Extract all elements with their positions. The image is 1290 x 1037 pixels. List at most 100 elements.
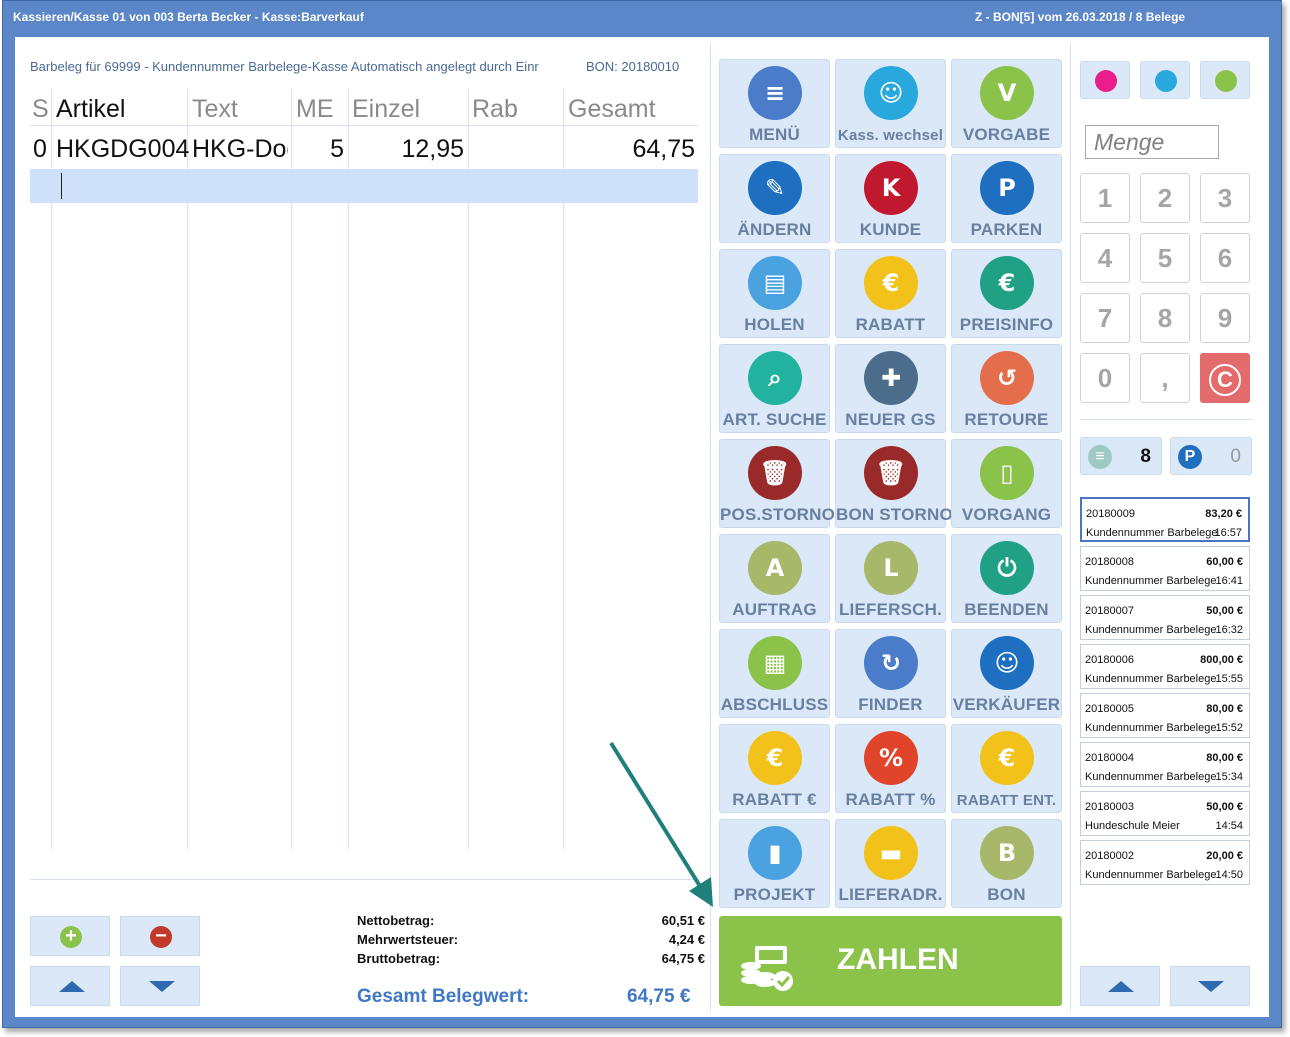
receipt-item[interactable]: 20180008 60,00 € Kundennummer Barbelege 16:… (1080, 546, 1250, 591)
pos-window: Kassieren/Kasse 01 von 003 Berta Becker … (2, 0, 1282, 1028)
pencil-icon: ✎ (748, 161, 802, 215)
function-button-19[interactable]: ↻ FINDER (835, 629, 946, 718)
list-down-button[interactable] (1170, 966, 1250, 1006)
function-label: PARKEN (970, 220, 1043, 239)
key-1[interactable]: 2 (1140, 173, 1190, 223)
receipt-item[interactable]: 20180009 83,20 € Kundennummer Barbelege 16:… (1080, 497, 1250, 542)
function-button-10[interactable]: ✚ NEUER GS (835, 344, 946, 433)
key-label: 1 (1097, 183, 1113, 213)
col-header-me[interactable]: ME (296, 95, 334, 124)
discount-remove-icon: € (980, 731, 1034, 785)
parked-counter[interactable]: P 0 (1170, 437, 1252, 475)
col-header-s[interactable]: S (32, 95, 49, 124)
cell-gesamt[interactable]: 64,75 (566, 135, 695, 164)
receipt-item[interactable]: 20180005 80,00 € Kundennummer Barbelege 15:… (1080, 693, 1250, 738)
quick-cash-button[interactable] (1200, 61, 1250, 99)
receipt-counter[interactable]: ≡ 8 (1080, 437, 1162, 475)
receipt-item[interactable]: 20180007 50,00 € Kundennummer Barbelege 16:… (1080, 595, 1250, 640)
key-10[interactable]: , (1140, 353, 1190, 403)
new-entry-row[interactable] (30, 169, 698, 203)
cash-register-icon: ▦ (748, 636, 802, 690)
receipt-item[interactable]: 20180004 80,00 € Kundennummer Barbelege 15:… (1080, 742, 1250, 787)
arrow-down-icon (149, 981, 175, 992)
function-button-18[interactable]: ▦ ABSCHLUSS (719, 629, 830, 718)
key-9[interactable]: 0 (1080, 353, 1130, 403)
row-up-button[interactable] (30, 966, 110, 1006)
function-button-9[interactable]: ⌕ ART. SUCHE (719, 344, 830, 433)
menge-input[interactable]: Menge (1085, 125, 1219, 159)
function-button-5[interactable]: P PARKEN (951, 154, 1062, 243)
receipt-amount: 80,00 € (1206, 703, 1243, 715)
key-3[interactable]: 4 (1080, 233, 1130, 283)
function-button-25[interactable]: ▬ LIEFERADR. (835, 819, 946, 908)
key-8[interactable]: 9 (1200, 293, 1250, 343)
function-button-15[interactable]: A AUFTRAG (719, 534, 830, 623)
add-row-button[interactable]: + (30, 916, 110, 956)
receipt-customer: Kundennummer Barbelege (1085, 575, 1217, 587)
receipt-item[interactable]: 20180002 20,00 € Kundennummer Barbelege 14:… (1080, 840, 1250, 885)
key-5[interactable]: 6 (1200, 233, 1250, 283)
col-header-gesamt[interactable]: Gesamt (568, 95, 656, 124)
receipt-customer: Kundennummer Barbelege (1085, 673, 1217, 685)
key-label: 2 (1157, 183, 1173, 213)
key-4[interactable]: 5 (1140, 233, 1190, 283)
cash-pay-icon (741, 946, 793, 991)
quick-voucher-button[interactable] (1080, 61, 1130, 99)
function-label: LIEFERSCH. (838, 600, 943, 619)
key-6[interactable]: 7 (1080, 293, 1130, 343)
function-button-1[interactable]: ☺ Kass. wechsel (835, 59, 946, 148)
cell-artikel[interactable]: HKGDG004 (56, 135, 189, 164)
function-button-3[interactable]: ✎ ÄNDERN (719, 154, 830, 243)
quick-bag-button[interactable] (1140, 61, 1190, 99)
pay-button[interactable]: ZAHLEN (719, 916, 1062, 1006)
cell-einzel[interactable]: 12,95 (350, 135, 464, 164)
function-button-4[interactable]: K KUNDE (835, 154, 946, 243)
function-button-26[interactable]: B BON (951, 819, 1062, 908)
clear-key[interactable]: C (1200, 353, 1250, 403)
col-header-artikel[interactable]: Artikel (56, 95, 125, 124)
function-button-20[interactable]: ☺ VERKÄUFER (951, 629, 1062, 718)
receipt-customer: Kundennummer Barbelege (1085, 869, 1217, 881)
receipt-customer: Kundennummer Barbelege (1085, 624, 1217, 636)
receipt-item[interactable]: 20180006 800,00 € Kundennummer Barbelege 15… (1080, 644, 1250, 689)
receipt-amount: 800,00 € (1200, 654, 1243, 666)
gesamt-label: Gesamt Belegwert: (357, 986, 530, 1007)
function-button-8[interactable]: € PREISINFO (951, 249, 1062, 338)
function-button-11[interactable]: ↺ RETOURE (951, 344, 1062, 433)
receipt-time: 15:52 (1215, 722, 1243, 734)
function-button-23[interactable]: € RABATT ENT. (951, 724, 1062, 813)
function-button-14[interactable]: ▯ VORGANG (951, 439, 1062, 528)
function-button-2[interactable]: V VORGABE (951, 59, 1062, 148)
function-label: RABATT % (845, 790, 936, 809)
key-2[interactable]: 3 (1200, 173, 1250, 223)
function-button-6[interactable]: ▤ HOLEN (719, 249, 830, 338)
function-button-21[interactable]: € RABATT € (719, 724, 830, 813)
key-7[interactable]: 8 (1140, 293, 1190, 343)
remove-row-button[interactable]: − (120, 916, 200, 956)
function-label: MENÜ (749, 125, 800, 144)
function-label: RETOURE (964, 410, 1049, 429)
list-up-button[interactable] (1080, 966, 1160, 1006)
col-header-einzel[interactable]: Einzel (352, 95, 420, 124)
receipt-description: Barbeleg für 69999 - Kundennummer Barbel… (30, 59, 539, 74)
function-button-0[interactable]: ≡ MENÜ (719, 59, 830, 148)
function-button-16[interactable]: L LIEFERSCH. (835, 534, 946, 623)
col-header-rab[interactable]: Rab (472, 95, 518, 124)
cell-text[interactable]: HKG-Dog (192, 135, 288, 164)
cell-me[interactable]: 5 (292, 135, 344, 164)
discount-euro-icon: € (748, 731, 802, 785)
key-label: 7 (1097, 303, 1113, 333)
function-button-17[interactable]: ⏻ BEENDEN (951, 534, 1062, 623)
col-header-text[interactable]: Text (192, 95, 238, 124)
function-button-13[interactable]: 🗑 BON STORNO (835, 439, 953, 528)
key-0[interactable]: 1 (1080, 173, 1130, 223)
function-button-12[interactable]: 🗑 POS.STORNO (719, 439, 835, 528)
function-label: FINDER (858, 695, 923, 714)
receipt-item[interactable]: 20180003 50,00 € Hundeschule Meier 14:54 (1080, 791, 1250, 836)
function-button-22[interactable]: % RABATT % (835, 724, 946, 813)
function-button-7[interactable]: € RABATT (835, 249, 946, 338)
return-icon: ↺ (980, 351, 1034, 405)
cell-s[interactable]: 0 (33, 135, 47, 164)
row-down-button[interactable] (120, 966, 200, 1006)
function-button-24[interactable]: ▮ PROJEKT (719, 819, 830, 908)
